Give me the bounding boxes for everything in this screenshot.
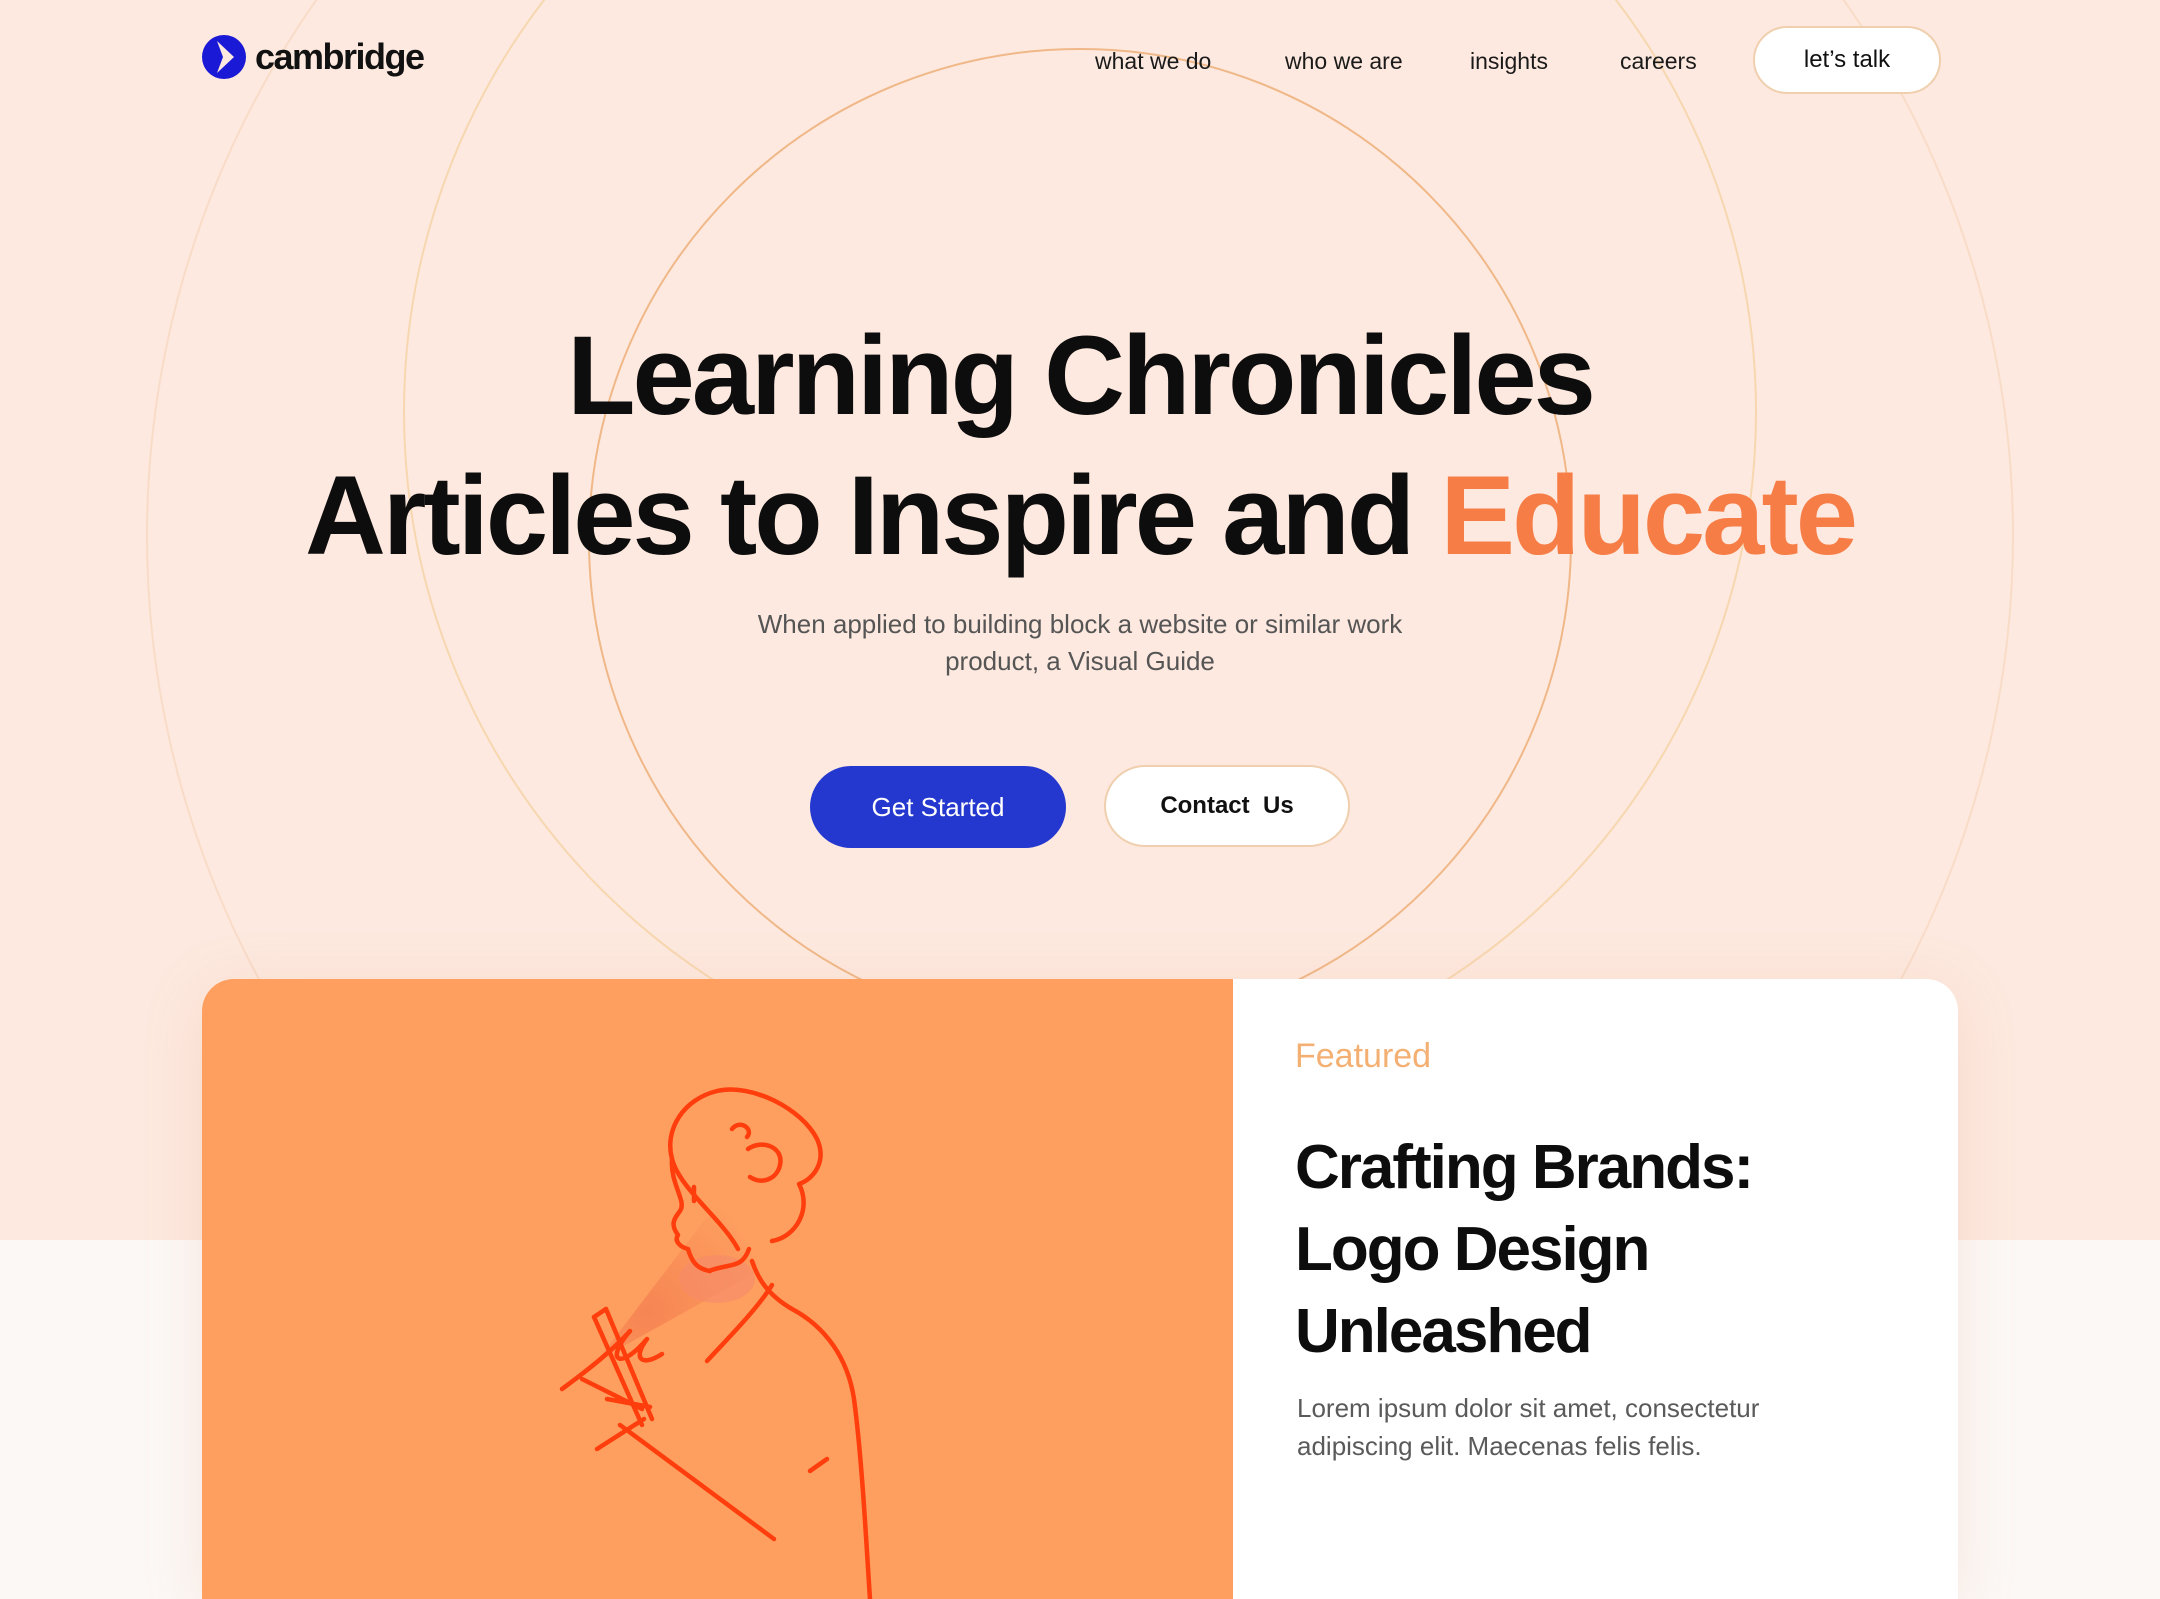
nav-link-careers[interactable]: careers bbox=[1620, 48, 1697, 75]
nav-link-what-we-do[interactable]: what we do bbox=[1095, 48, 1211, 75]
hero-subtitle: When applied to building block a website… bbox=[757, 609, 1403, 676]
person-with-phone-illustration-icon bbox=[559, 1087, 873, 1599]
featured-article-excerpt: Lorem ipsum dolor sit amet, consectetur … bbox=[1297, 1393, 1760, 1461]
nav-link-who-we-are[interactable]: who we are bbox=[1285, 48, 1403, 75]
hero-title-accent: Educate bbox=[1440, 453, 1858, 578]
featured-article-card: Featured Crafting Brands: Logo Design Un… bbox=[202, 979, 1958, 1599]
featured-article-title[interactable]: Crafting Brands: Logo Design Unleashed bbox=[1295, 1127, 1875, 1373]
featured-article-image[interactable] bbox=[202, 979, 1233, 1599]
nav-link-insights[interactable]: insights bbox=[1470, 48, 1548, 75]
contact-us-button[interactable]: Contact Us bbox=[1104, 765, 1350, 847]
featured-label: Featured bbox=[1295, 1037, 1432, 1075]
hero-title-line-2: Articles to Inspire and bbox=[304, 453, 1441, 578]
get-started-button[interactable]: Get Started bbox=[810, 766, 1066, 848]
hero-title: Learning Chronicles Articles to Inspire … bbox=[0, 306, 2160, 586]
lets-talk-button[interactable]: let’s talk bbox=[1753, 26, 1941, 94]
hero-title-line-1: Learning Chronicles bbox=[567, 313, 1596, 438]
